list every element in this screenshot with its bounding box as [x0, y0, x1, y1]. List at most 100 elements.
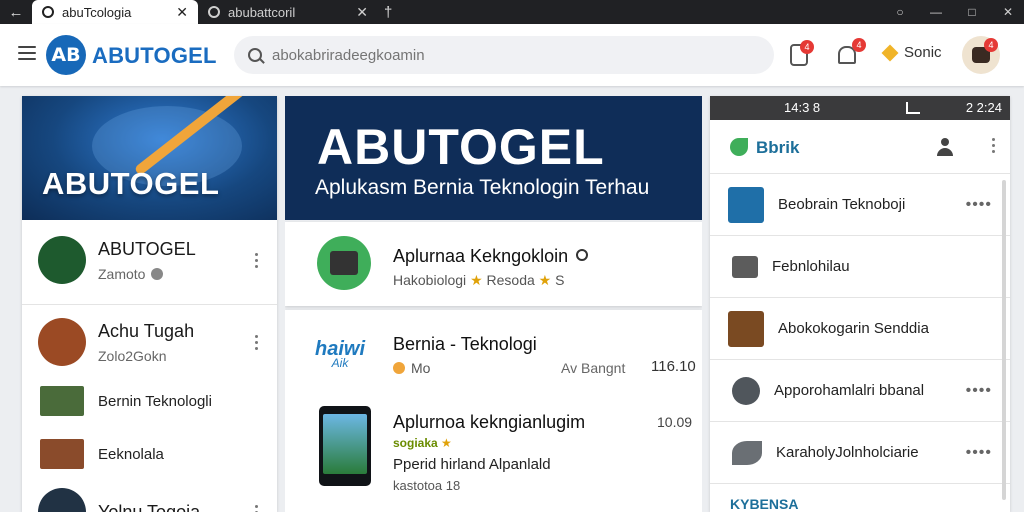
card-tag: sogiaka ★ — [393, 436, 452, 450]
maximize-icon[interactable]: □ — [956, 5, 988, 19]
back-arrow-icon[interactable]: ← — [0, 0, 32, 24]
feed-card[interactable]: haiwi Aik Bernia - Teknologi Mo Av Bangnt… — [285, 310, 702, 512]
panel-row[interactable]: Apporohamlalri bbanal •••• — [710, 360, 1010, 422]
panel-row[interactable]: Beobrain Teknoboji •••• — [710, 174, 1010, 236]
menu-icon[interactable] — [18, 46, 36, 60]
card-time: 10.09 — [657, 414, 693, 430]
channel-avatar — [38, 488, 86, 512]
person-icon[interactable] — [936, 138, 954, 156]
globe-icon — [576, 249, 589, 261]
row-label: Febnlohilau — [772, 258, 850, 275]
tab-favicon-icon — [208, 6, 220, 18]
minimize-icon[interactable]: — — [920, 5, 952, 19]
more-dots-icon[interactable]: •••• — [966, 444, 992, 462]
list-item-label: Eeknolala — [98, 445, 164, 463]
channel-avatar — [38, 236, 86, 284]
bell-icon[interactable]: 4 — [836, 38, 866, 66]
main-hero-title: ABUTOGEL — [317, 119, 605, 175]
signal-icon — [906, 102, 920, 114]
list-item[interactable]: Eeknolala — [22, 439, 277, 469]
card-subtitle: Hakobiologi ★ Resoda ★ S — [393, 272, 565, 288]
channel-sub: Zamoto — [98, 265, 146, 282]
search-input[interactable] — [272, 46, 752, 64]
left-panel: ABUTOGEL ABUTOGEL Zamoto Achu Tugah Zolo… — [22, 96, 277, 512]
channel-item[interactable]: Yolnu Togoia — [22, 488, 277, 512]
notification-badge: 4 — [852, 38, 866, 52]
phone-thumbnail — [319, 406, 371, 486]
more-dots-icon[interactable]: •••• — [966, 382, 992, 400]
more-options-icon[interactable] — [986, 138, 1000, 153]
user-chip[interactable]: Sonic — [881, 44, 942, 61]
logo-icon[interactable]: AB — [46, 35, 86, 75]
user-name: Sonic — [904, 44, 942, 61]
main-hero-subtitle: Aplukasm Bernia Teknologin Terhau — [315, 176, 650, 199]
search-icon — [248, 48, 262, 62]
profile-icon[interactable]: ○ — [884, 5, 916, 19]
more-options-icon[interactable] — [249, 252, 263, 268]
main-hero-banner[interactable]: ABUTOGEL Aplukasm Bernia Teknologin Terh… — [285, 96, 702, 220]
more-options-icon[interactable] — [249, 334, 263, 350]
panel-header: Bbrik — [710, 120, 1010, 174]
coin-icon — [393, 362, 405, 374]
channel-item[interactable]: ABUTOGEL Zamoto — [22, 236, 277, 284]
channel-avatar — [38, 318, 86, 366]
card-time: 116.10 — [651, 358, 696, 375]
app-icon — [317, 236, 371, 290]
card-meta: Mo — [393, 360, 430, 376]
star-tool-icon — [732, 376, 760, 405]
main-feed: ABUTOGEL Aplukasm Bernia Teknologin Terh… — [285, 96, 702, 512]
star-icon: ★ — [538, 272, 552, 288]
panel-footer-label: KYBENSA — [730, 496, 799, 512]
brand-name[interactable]: ABUTOGEL — [92, 43, 217, 69]
card-description: kastotoa 18 — [393, 478, 461, 493]
left-hero-banner[interactable]: ABUTOGEL — [22, 96, 277, 220]
row-label: Apporohamlalri bbanal — [774, 382, 925, 399]
tab-favicon-icon — [42, 6, 54, 18]
window-controls: ○ — □ ✕ — [884, 0, 1024, 24]
card-title: Bernia - Teknologi — [393, 334, 537, 354]
status-time: 14:3 8 — [784, 100, 821, 115]
panel-title: Bbrik — [756, 138, 800, 157]
verified-icon — [151, 267, 164, 280]
tab-close-icon[interactable]: ✕ — [356, 4, 368, 21]
notification-badge: 4 — [800, 40, 814, 54]
more-options-icon[interactable] — [249, 504, 263, 512]
device-icon[interactable]: 4 — [790, 40, 814, 66]
tool-icon — [728, 186, 764, 223]
app-header: AB ABUTOGEL 4 4 Sonic 4 — [0, 24, 1024, 86]
tab-close-icon[interactable]: ✕ — [176, 4, 188, 21]
panel-row[interactable]: Abokokogarin Senddia — [710, 298, 1010, 360]
left-hero-title: ABUTOGEL — [42, 166, 220, 201]
panel-row[interactable]: KaraholyJolnholciarie •••• — [710, 422, 1010, 484]
list-item[interactable]: Bernin Teknologli — [22, 386, 277, 416]
books-icon — [728, 310, 764, 347]
more-dots-icon[interactable]: •••• — [966, 196, 992, 214]
tab-active[interactable]: abuTcologia ✕ — [32, 0, 198, 24]
scrollbar[interactable] — [1002, 180, 1006, 500]
tab-label: abuTcologia — [62, 4, 132, 20]
feed-card[interactable]: Aplurnaa Kekngokloin Hakobiologi ★ Resod… — [285, 222, 702, 306]
channel-name: ABUTOGEL — [98, 238, 196, 259]
row-label: Abokokogarin Senddia — [778, 320, 929, 337]
status-bar: 14:3 8 2 2:24 — [710, 96, 1010, 120]
browser-tab-bar: ← abuTcologia ✕ abubattcoril ✕ † ○ — □ ✕ — [0, 0, 1024, 24]
channel-item[interactable]: Achu Tugah Zolo2Gokn — [22, 318, 277, 366]
row-label: Beobrain Teknoboji — [778, 196, 906, 213]
close-window-icon[interactable]: ✕ — [992, 5, 1024, 19]
row-label: KaraholyJolnholciarie — [776, 444, 919, 461]
card-description: Pperid hirland Alpanlald — [393, 456, 551, 473]
diamond-icon — [881, 44, 899, 61]
channel-sub: Zolo2Gokn — [98, 347, 167, 364]
card-title: Aplurnoa kekngianlugim — [393, 412, 586, 432]
avatar[interactable]: 4 — [962, 36, 1000, 74]
publisher-logo: haiwi Aik — [314, 338, 365, 370]
star-icon: ★ — [470, 272, 483, 288]
panel-row[interactable]: Febnlohilau — [710, 236, 1010, 298]
fish-icon — [732, 440, 762, 465]
channel-name: Yolnu Togoia — [98, 501, 201, 512]
search-bar[interactable] — [234, 36, 774, 74]
list-item-label: Bernin Teknologli — [98, 392, 212, 410]
tab-inactive[interactable]: abubattcoril ✕ — [198, 0, 378, 24]
item-thumbnail — [40, 386, 84, 416]
new-tab-icon[interactable]: † — [378, 4, 392, 21]
